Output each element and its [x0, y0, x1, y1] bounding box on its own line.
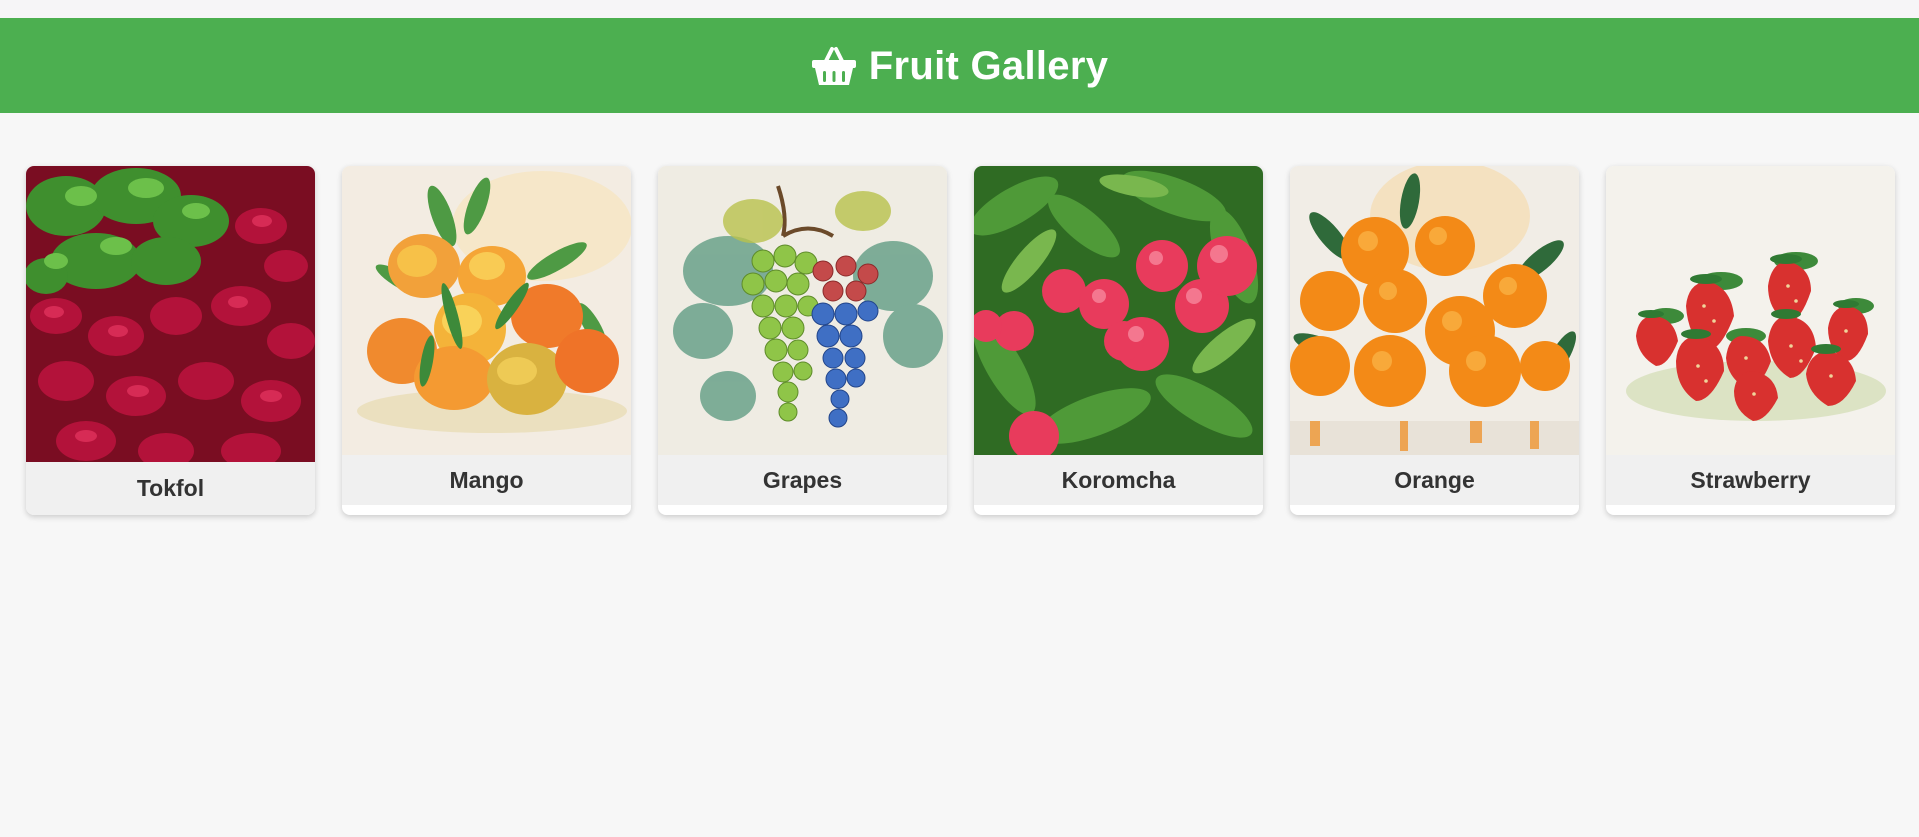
fruit-card-orange[interactable]: Orange [1290, 166, 1579, 515]
page-title: Fruit Gallery [868, 43, 1109, 88]
page-header: Fruit Gallery [0, 18, 1919, 113]
fruit-card-tokfol[interactable]: Tokfol [26, 166, 315, 515]
orange-image [1290, 166, 1579, 455]
mango-image [342, 166, 631, 455]
fruit-card-label: Strawberry [1606, 455, 1895, 505]
fruit-card-label: Orange [1290, 455, 1579, 505]
fruit-card-label: Koromcha [974, 455, 1263, 505]
fruit-card-strawberry[interactable]: Strawberry [1606, 166, 1895, 515]
koromcha-image [974, 166, 1263, 455]
header-brand: Fruit Gallery [811, 45, 1109, 87]
basket-icon [811, 46, 856, 85]
fruit-gallery: Tokfol Mango Grapes Koromcha Orange Stra… [26, 166, 1895, 515]
fruit-card-koromcha[interactable]: Koromcha [974, 166, 1263, 515]
fruit-card-mango[interactable]: Mango [342, 166, 631, 515]
fruit-card-label: Mango [342, 455, 631, 505]
grapes-image [658, 166, 947, 455]
top-strip [0, 0, 1919, 18]
fruit-card-label: Grapes [658, 455, 947, 505]
fruit-card-label: Tokfol [26, 462, 315, 515]
fruit-card-grapes[interactable]: Grapes [658, 166, 947, 515]
strawberry-image [1606, 166, 1895, 455]
tokfol-image [26, 166, 315, 462]
